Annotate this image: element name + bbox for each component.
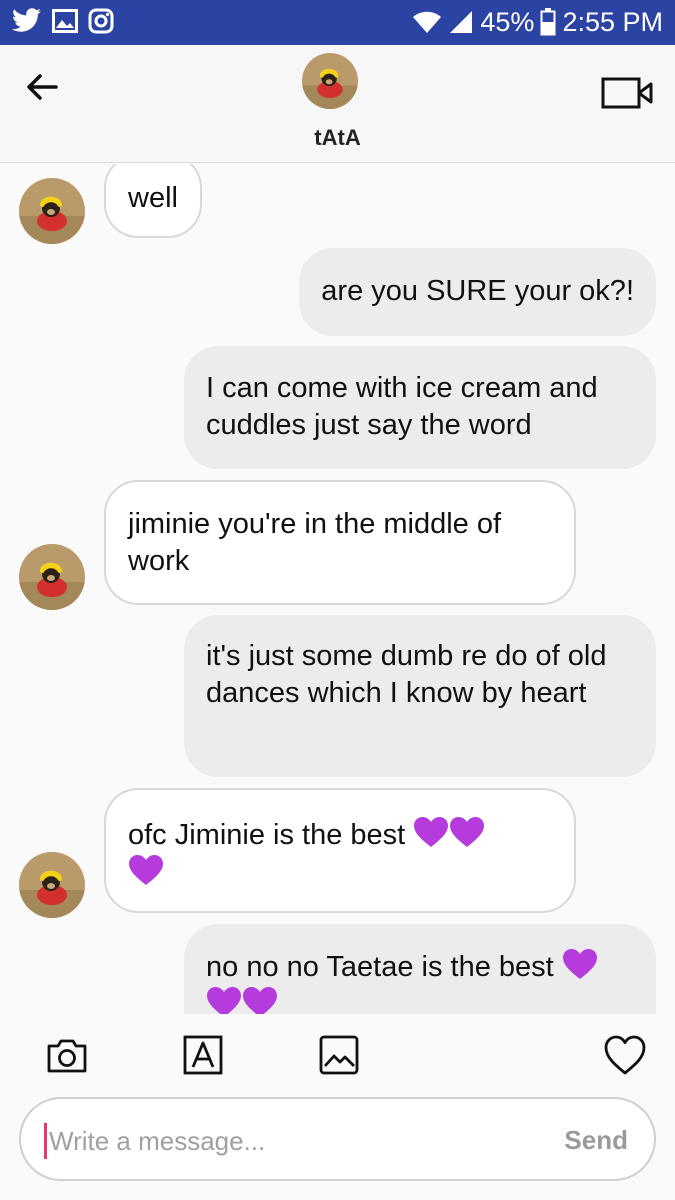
message-text: I can come with ice cream and cuddles ju… bbox=[206, 372, 598, 441]
sender-avatar[interactable] bbox=[19, 178, 85, 244]
signal-icon bbox=[450, 11, 473, 33]
clock: 2:55 PM bbox=[562, 7, 663, 37]
purple-heart-icon bbox=[562, 949, 597, 979]
purple-heart-icon bbox=[414, 817, 449, 847]
purple-heart-icon bbox=[450, 817, 485, 847]
camera-icon[interactable] bbox=[46, 1034, 88, 1076]
message-bubble-received[interactable]: ofc Jiminie is the best bbox=[104, 788, 576, 913]
dog-photo-icon bbox=[19, 852, 85, 918]
purple-heart-icon bbox=[207, 987, 241, 1014]
status-bar: 45% 2:55 PM bbox=[0, 0, 675, 45]
status-bar-notifications bbox=[12, 8, 114, 34]
message-thread[interactable]: well are you SURE your ok?! I can come w… bbox=[0, 164, 675, 1014]
message-text: are you SURE your ok?! bbox=[321, 275, 634, 307]
purple-heart-icon bbox=[243, 987, 277, 1014]
sender-avatar[interactable] bbox=[19, 544, 85, 610]
message-bubble-received[interactable]: well bbox=[104, 164, 202, 238]
wifi-icon bbox=[413, 11, 442, 33]
message-text: jiminie you're in the middle of work bbox=[128, 508, 502, 577]
battery-percent: 45% bbox=[480, 7, 535, 37]
contact-avatar[interactable] bbox=[302, 53, 358, 109]
message-bubble-sent[interactable]: no no no Taetae is the best bbox=[184, 924, 656, 1014]
battery-icon bbox=[540, 8, 556, 36]
message-text: no no no Taetae is the best bbox=[206, 951, 554, 983]
composer-toolbar bbox=[0, 1014, 675, 1094]
message-text: ofc Jiminie is the best bbox=[128, 819, 406, 851]
dog-photo-icon bbox=[19, 544, 85, 610]
send-button[interactable]: Send bbox=[564, 1125, 628, 1156]
contact-name[interactable]: tAtA bbox=[0, 125, 675, 151]
message-text: it's just some dumb re do of old dances … bbox=[206, 640, 607, 709]
message-input[interactable] bbox=[49, 1119, 529, 1163]
sender-avatar[interactable] bbox=[19, 852, 85, 918]
video-call-icon[interactable] bbox=[601, 73, 653, 113]
message-bubble-received[interactable]: jiminie you're in the middle of work bbox=[104, 480, 576, 605]
message-bubble-sent[interactable]: I can come with ice cream and cuddles ju… bbox=[184, 346, 656, 469]
message-bubble-sent[interactable]: are you SURE your ok?! bbox=[299, 248, 656, 336]
message-composer: Send bbox=[19, 1097, 656, 1181]
dog-photo-icon bbox=[19, 178, 85, 244]
purple-heart-icon bbox=[129, 855, 163, 885]
heart-icon[interactable] bbox=[603, 1034, 647, 1076]
message-bubble-sent[interactable]: it's just some dumb re do of old dances … bbox=[184, 615, 656, 777]
back-arrow-icon[interactable] bbox=[22, 67, 62, 107]
status-bar-system: 45% 2:55 PM bbox=[412, 6, 663, 38]
twitter-icon bbox=[12, 8, 41, 32]
image-icon[interactable] bbox=[318, 1034, 360, 1076]
gallery-icon bbox=[52, 9, 78, 33]
dog-photo-icon bbox=[302, 53, 358, 109]
text-style-icon[interactable] bbox=[182, 1034, 224, 1076]
conversation-header: tAtA bbox=[0, 45, 675, 163]
instagram-icon bbox=[88, 8, 114, 34]
text-caret bbox=[44, 1123, 47, 1159]
message-text: well bbox=[128, 182, 178, 214]
